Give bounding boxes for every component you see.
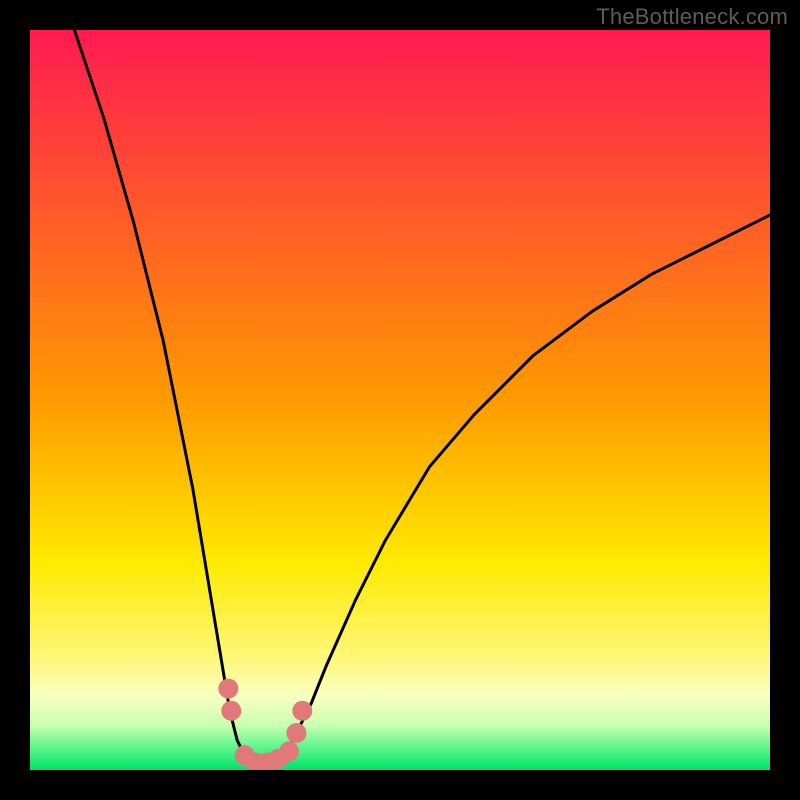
watermark-text: TheBottleneck.com	[596, 4, 788, 30]
data-marker-0	[218, 679, 238, 699]
data-marker-6	[279, 742, 299, 762]
chart-svg	[30, 30, 770, 770]
chart-plot-area	[30, 30, 770, 770]
data-marker-8	[292, 701, 312, 721]
data-marker-7	[286, 723, 306, 743]
gradient-background	[30, 30, 770, 770]
data-marker-1	[221, 701, 241, 721]
